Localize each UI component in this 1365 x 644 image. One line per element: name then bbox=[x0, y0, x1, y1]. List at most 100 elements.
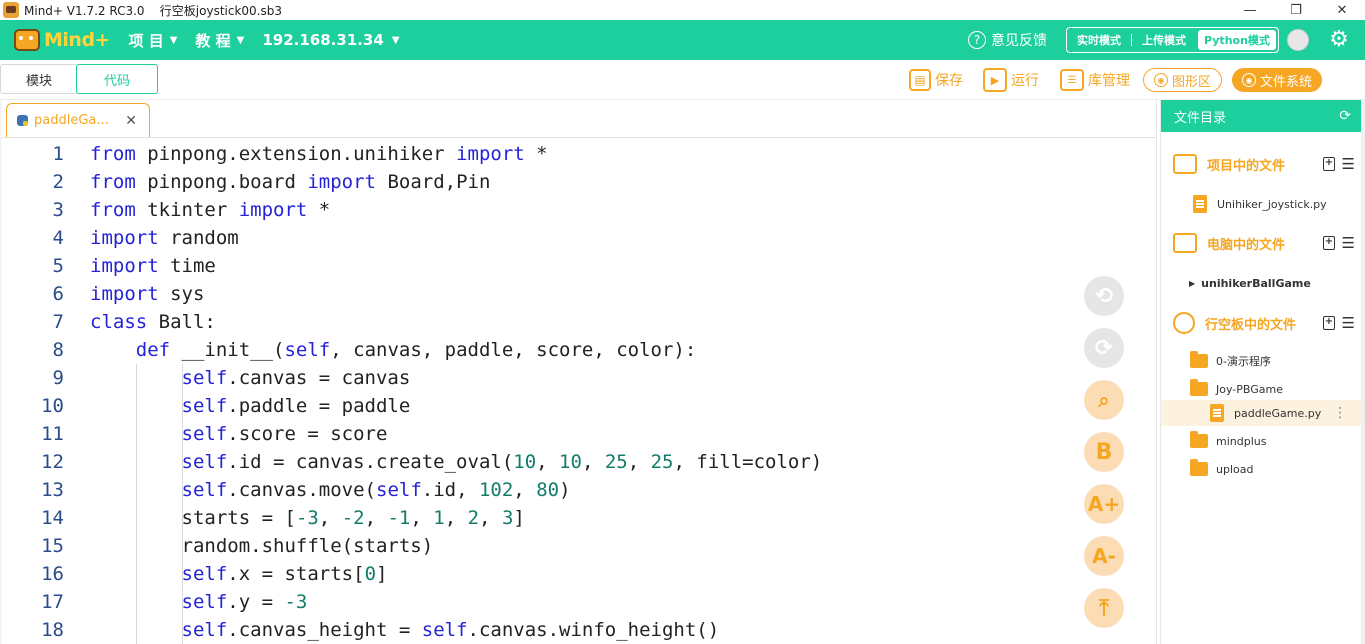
line-number: 4 bbox=[52, 227, 64, 249]
code-text: from pinpong.extension.unihiker import * bbox=[90, 143, 548, 165]
list-item[interactable]: mindplus bbox=[1161, 428, 1363, 454]
line-number: 7 bbox=[52, 311, 64, 333]
save-label: 保存 bbox=[935, 73, 963, 89]
code-line[interactable]: 16 self.x = starts[0] bbox=[4, 560, 1154, 588]
code-editor-panel: paddleGa... ✕ 1 from pinpong.extension.un… bbox=[0, 100, 1157, 644]
section-project-files[interactable]: 项目中的文件 + ☰ bbox=[1161, 147, 1363, 181]
code-text: self.canvas_height = self.canvas.winfo_h… bbox=[181, 619, 720, 641]
code-line[interactable]: 9 self.canvas = canvas bbox=[4, 364, 1154, 392]
code-line[interactable]: 11 self.score = score bbox=[4, 420, 1154, 448]
more-icon[interactable]: ⋮ bbox=[1333, 405, 1347, 421]
line-number: 14 bbox=[41, 507, 64, 529]
code-line[interactable]: 8 def __init__(self, canvas, paddle, sco… bbox=[4, 336, 1154, 364]
line-number: 9 bbox=[52, 367, 64, 389]
line-number: 15 bbox=[41, 535, 64, 557]
code-text: self.x = starts[0] bbox=[181, 563, 388, 585]
mode-upload[interactable]: 上传模式 bbox=[1132, 28, 1196, 52]
add-file-icon[interactable]: + bbox=[1323, 157, 1335, 171]
device-ip-menu[interactable]: 192.168.31.34 ▼ bbox=[262, 31, 399, 49]
close-icon[interactable]: ✕ bbox=[125, 113, 137, 129]
feedback-button[interactable]: ? 意见反馈 bbox=[968, 30, 1047, 50]
file-tab[interactable]: paddleGa... ✕ bbox=[6, 103, 150, 137]
save-icon: ▤ bbox=[909, 69, 931, 91]
library-label: 库管理 bbox=[1088, 73, 1130, 89]
line-number: 12 bbox=[41, 451, 64, 473]
search-button[interactable]: ⌕ bbox=[1084, 380, 1124, 420]
tab-code[interactable]: 代码 bbox=[76, 64, 158, 94]
font-increase-button[interactable]: A+ bbox=[1084, 484, 1124, 524]
code-text: class Ball: bbox=[90, 311, 216, 333]
mode-realtime[interactable]: 实时模式 bbox=[1067, 28, 1131, 52]
list-item[interactable]: Joy-PBGame bbox=[1161, 376, 1363, 402]
list-item-selected[interactable]: paddleGame.py ⋮ bbox=[1161, 400, 1363, 426]
code-line[interactable]: 2 from pinpong.board import Board,Pin bbox=[4, 168, 1154, 196]
code-text: random.shuffle(starts) bbox=[90, 535, 434, 557]
indent-guide bbox=[182, 364, 183, 644]
file-name: Unihiker_joystick.py bbox=[1217, 197, 1327, 211]
folder-name: mindplus bbox=[1216, 434, 1267, 448]
menu-icon[interactable]: ☰ bbox=[1342, 314, 1355, 332]
code-area[interactable]: 1 from pinpong.extension.unihiker import … bbox=[4, 140, 1159, 644]
font-decrease-button[interactable]: A- bbox=[1084, 536, 1124, 576]
code-line[interactable]: 14 starts = [-3, -2, -1, 1, 2, 3] bbox=[4, 504, 1154, 532]
filesystem-button[interactable]: ◉ 文件系统 bbox=[1232, 68, 1323, 92]
section-board-label: 行空板中的文件 bbox=[1205, 317, 1297, 333]
redo-button[interactable]: ⟳ bbox=[1084, 328, 1124, 368]
section-board-files[interactable]: 行空板中的文件 + ☰ bbox=[1161, 306, 1363, 340]
code-line[interactable]: 3 from tkinter import * bbox=[4, 196, 1154, 224]
code-text: from tkinter import * bbox=[90, 199, 331, 221]
code-line[interactable]: 18 self.canvas_height = self.canvas.winf… bbox=[4, 616, 1154, 644]
code-line[interactable]: 12 self.id = canvas.create_oval(10, 10, … bbox=[4, 448, 1154, 476]
add-file-icon[interactable]: + bbox=[1323, 236, 1335, 250]
file-directory-header: 文件目录 ⟳ bbox=[1161, 100, 1363, 132]
code-line[interactable]: 6 import sys bbox=[4, 280, 1154, 308]
library-button[interactable]: ☰ 库管理 bbox=[1060, 67, 1130, 93]
gear-icon[interactable]: ⚙ bbox=[1327, 28, 1351, 52]
code-line[interactable]: 1 from pinpong.extension.unihiker import … bbox=[4, 140, 1154, 168]
code-text: self.paddle = paddle bbox=[181, 395, 411, 417]
add-file-icon[interactable]: + bbox=[1323, 316, 1335, 330]
menu-tutorial[interactable]: 教 程 ▼ bbox=[195, 30, 244, 51]
python-file-icon bbox=[17, 115, 28, 126]
list-item[interactable]: upload bbox=[1161, 456, 1363, 482]
menu-icon[interactable]: ☰ bbox=[1342, 155, 1355, 173]
board-icon bbox=[1173, 312, 1195, 334]
menu-bar: Mind + 项 目 ▼ 教 程 ▼ 192.168.31.34 ▼ ? 意见反馈 实时模… bbox=[0, 20, 1365, 60]
line-number: 13 bbox=[41, 479, 64, 501]
section-pc-files[interactable]: 电脑中的文件 + ☰ bbox=[1161, 226, 1363, 260]
code-line[interactable]: 17 self.y = -3 bbox=[4, 588, 1154, 616]
folder-name: unihikerBallGame bbox=[1201, 276, 1311, 290]
list-item[interactable]: Unihiker_joystick.py bbox=[1161, 191, 1363, 217]
menu-icon[interactable]: ☰ bbox=[1342, 234, 1355, 252]
window-title: Mind+ V1.7.2 RC3.0 行空板joystick00.sb3 bbox=[24, 3, 283, 18]
indent-guide bbox=[136, 364, 137, 644]
minimize-button[interactable]: — bbox=[1227, 0, 1273, 20]
undo-button[interactable]: ⟲ bbox=[1084, 276, 1124, 316]
code-line[interactable]: 10 self.paddle = paddle bbox=[4, 392, 1154, 420]
run-button[interactable]: ▶ 运行 bbox=[983, 67, 1039, 93]
list-item[interactable]: ▶ unihikerBallGame bbox=[1161, 270, 1363, 296]
format-button[interactable]: B bbox=[1084, 432, 1124, 472]
code-text: self.score = score bbox=[181, 423, 388, 445]
list-item[interactable]: 0-演示程序 bbox=[1161, 348, 1363, 374]
code-line[interactable]: 5 import time bbox=[4, 252, 1154, 280]
code-line[interactable]: 13 self.canvas.move(self.id, 102, 80) bbox=[4, 476, 1154, 504]
scrollbar[interactable] bbox=[1361, 100, 1365, 644]
feedback-label: 意见反馈 bbox=[991, 33, 1047, 49]
chevron-down-icon: ▼ bbox=[236, 34, 245, 46]
menu-project[interactable]: 项 目 ▼ bbox=[128, 30, 177, 51]
mode-python[interactable]: Python模式 bbox=[1198, 30, 1276, 50]
code-line[interactable]: 4 import random bbox=[4, 224, 1154, 252]
code-line[interactable]: 15 random.shuffle(starts) bbox=[4, 532, 1154, 560]
scroll-top-button[interactable]: ⤒ bbox=[1084, 588, 1124, 628]
restore-button[interactable]: ❐ bbox=[1273, 0, 1319, 20]
graphics-button[interactable]: ◉ 图形区 bbox=[1143, 68, 1223, 92]
tab-blocks[interactable]: 模块 bbox=[0, 64, 78, 94]
close-button[interactable]: ✕ bbox=[1319, 0, 1365, 20]
refresh-icon[interactable]: ⟳ bbox=[1339, 108, 1351, 124]
run-label: 运行 bbox=[1011, 73, 1039, 89]
user-avatar[interactable] bbox=[1287, 29, 1309, 51]
save-button[interactable]: ▤ 保存 bbox=[909, 67, 963, 93]
code-line[interactable]: 7 class Ball: bbox=[4, 308, 1154, 336]
mode-switch: 实时模式 上传模式 Python模式 bbox=[1066, 27, 1279, 53]
